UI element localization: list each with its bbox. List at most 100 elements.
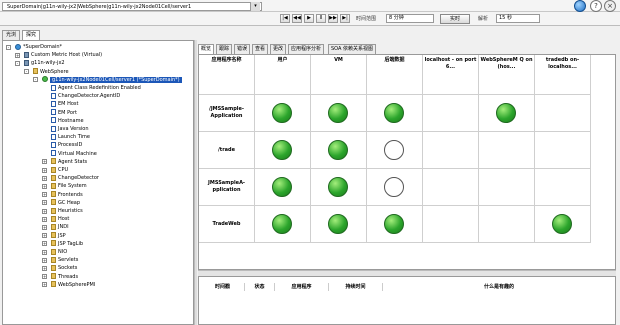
tree-node[interactable]: Host <box>51 215 69 223</box>
tab-errors[interactable]: 错误 <box>234 44 251 54</box>
tree-node[interactable]: JSP <box>51 232 66 240</box>
grid-cell[interactable] <box>367 206 423 243</box>
tree-node[interactable]: Heuristics <box>51 207 83 215</box>
forward-icon[interactable]: ▶▶ <box>328 14 338 23</box>
last-icon[interactable]: ▶| <box>340 14 350 23</box>
status-green-icon[interactable] <box>272 213 292 234</box>
grid-cell[interactable] <box>367 95 423 132</box>
collapse-icon[interactable]: - <box>15 60 20 66</box>
status-green-icon[interactable] <box>552 213 572 234</box>
collapse-icon[interactable]: - <box>6 44 11 50</box>
collapse-icon[interactable]: - <box>24 69 29 75</box>
grid-cell[interactable] <box>479 95 535 132</box>
tree-node[interactable]: GC Heap <box>51 199 80 207</box>
tree-node[interactable]: Agent Class Redefinition Enabled <box>51 84 141 92</box>
status-empty-icon[interactable] <box>384 139 404 160</box>
tree-node[interactable]: Java Version <box>51 125 89 133</box>
status-green-icon[interactable] <box>496 102 516 123</box>
expand-icon[interactable]: + <box>42 216 47 222</box>
expand-icon[interactable]: + <box>42 282 47 288</box>
tree-node[interactable]: JNDI <box>51 223 69 231</box>
tree-node[interactable]: *SuperDomain* <box>15 43 62 51</box>
pause-icon[interactable]: II <box>316 14 326 23</box>
status-green-icon[interactable] <box>384 213 404 234</box>
expand-icon[interactable]: + <box>42 208 47 214</box>
grid-cell[interactable] <box>367 169 423 206</box>
grid-cell[interactable] <box>311 206 367 243</box>
tree-node[interactable]: Threads <box>51 273 78 281</box>
tree-node[interactable]: File System <box>51 182 87 190</box>
status-green-icon[interactable] <box>384 102 404 123</box>
rewind-icon[interactable]: ◀◀ <box>292 14 302 23</box>
events-col-timestamp[interactable]: 时间戳 <box>201 283 245 291</box>
tree-node[interactable]: Virtual Machine <box>51 150 97 158</box>
expand-icon[interactable]: + <box>42 241 47 247</box>
grid-cell[interactable] <box>255 206 311 243</box>
tree-node[interactable]: Custom Metric Host (Virtual) <box>24 51 102 59</box>
grid-row-label[interactable]: TradeWeb <box>199 206 255 243</box>
tab-soa-dependency[interactable]: SOA 依赖关系视图 <box>328 44 377 54</box>
play-icon[interactable]: ▶ <box>304 14 314 23</box>
expand-icon[interactable]: + <box>42 200 47 206</box>
expand-icon[interactable]: + <box>42 183 47 189</box>
grid-row-label[interactable]: JMSSampleA-pplication <box>199 169 255 206</box>
expand-icon[interactable]: + <box>42 159 47 165</box>
expand-icon[interactable]: + <box>42 265 47 271</box>
tree-node[interactable]: g11n-wily-jx2Node01Cell/server1 (*SuperD… <box>42 76 182 84</box>
address-breadcrumb[interactable]: SuperDomain|g11n-wily-jx2|WebSphere|g11n… <box>2 2 262 11</box>
tree-node[interactable]: CPU <box>51 166 68 174</box>
tree-node[interactable]: NIO <box>51 248 67 256</box>
status-green-icon[interactable] <box>272 102 292 123</box>
address-dropdown-icon[interactable]: ▾ <box>250 2 260 11</box>
close-icon[interactable]: × <box>604 0 616 12</box>
tab-view[interactable]: 查看 <box>252 44 269 54</box>
grid-cell[interactable] <box>535 206 591 243</box>
tree-node[interactable]: ChangeDetector.AgentID <box>51 92 120 100</box>
help-icon[interactable]: ? <box>590 0 602 12</box>
status-green-icon[interactable] <box>328 176 348 197</box>
tab-overview[interactable]: 光浏 <box>2 30 21 40</box>
status-green-icon[interactable] <box>272 176 292 197</box>
tab-app-analysis[interactable]: 应用程序分析 <box>288 44 325 54</box>
grid-cell[interactable] <box>311 95 367 132</box>
tree-node[interactable]: Servlets <box>51 256 78 264</box>
status-green-icon[interactable] <box>328 102 348 123</box>
tree-node[interactable]: JSP TagLib <box>51 240 83 248</box>
grid-cell[interactable] <box>367 132 423 169</box>
resolution-select[interactable]: 15 秒 <box>496 14 540 23</box>
expand-icon[interactable]: + <box>42 192 47 198</box>
grid-cell[interactable] <box>255 169 311 206</box>
status-green-icon[interactable] <box>272 139 292 160</box>
tree-node[interactable]: Launch Time <box>51 133 90 141</box>
grid-row-label[interactable]: /JMSSample-Application <box>199 95 255 132</box>
tree-node[interactable]: WebSpherePMI <box>51 281 95 289</box>
tab-changes[interactable]: 更改 <box>270 44 287 54</box>
first-icon[interactable]: |◀ <box>280 14 290 23</box>
status-green-icon[interactable] <box>328 213 348 234</box>
expand-icon[interactable]: + <box>42 274 47 280</box>
time-range-select[interactable]: 8 分钟 <box>386 14 434 23</box>
grid-cell[interactable] <box>255 132 311 169</box>
tree-node[interactable]: g11n-wily-jx2 <box>24 59 65 67</box>
events-col-status[interactable]: 状态 <box>245 283 275 291</box>
tab-explore[interactable]: 探究 <box>22 30 41 40</box>
tree-node[interactable]: WebSphere <box>33 68 69 76</box>
tree-node[interactable]: ProcessID <box>51 141 82 149</box>
events-col-application[interactable]: 应用程序 <box>275 283 329 291</box>
tree-node[interactable]: ChangeDetector <box>51 174 99 182</box>
status-green-icon[interactable] <box>328 139 348 160</box>
tree-scrollbar[interactable] <box>194 40 197 325</box>
tree-node[interactable]: Hostname <box>51 117 84 125</box>
tab-overview-right[interactable]: 概览 <box>198 44 215 54</box>
tree-node[interactable]: EM Host <box>51 100 78 108</box>
expand-icon[interactable]: + <box>42 257 47 263</box>
grid-cell[interactable] <box>255 95 311 132</box>
expand-icon[interactable]: + <box>42 249 47 255</box>
tree-node[interactable]: Sockets <box>51 264 77 272</box>
grid-cell[interactable] <box>311 132 367 169</box>
expand-icon[interactable]: + <box>15 52 20 58</box>
status-empty-icon[interactable] <box>384 176 404 197</box>
expand-icon[interactable]: + <box>42 167 47 173</box>
events-col-duration[interactable]: 持续时间 <box>329 283 383 291</box>
tree-node[interactable]: Frontends <box>51 191 83 199</box>
